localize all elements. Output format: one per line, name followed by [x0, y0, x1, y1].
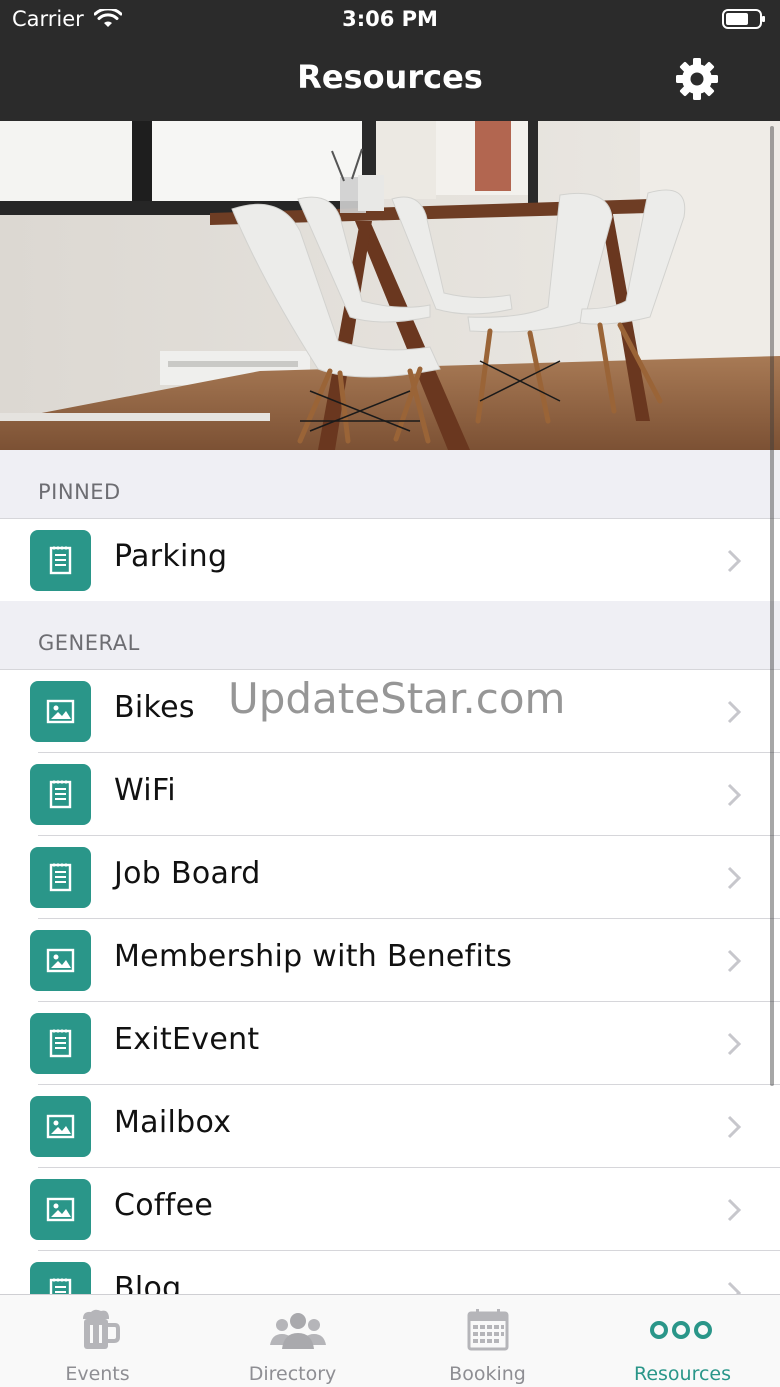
- beer-mug-icon: [83, 1309, 120, 1349]
- image-icon: [30, 681, 91, 742]
- document-icon: [30, 764, 91, 825]
- list-item-mailbox[interactable]: Mailbox: [0, 1085, 780, 1168]
- navigation-bar: Carrier 3:06 PM Resources: [0, 0, 780, 121]
- list-item-membership-with-benefits[interactable]: Membership with Benefits: [0, 919, 780, 1002]
- chevron-right-icon: [727, 549, 742, 573]
- tab-label: Events: [65, 1363, 130, 1385]
- chevron-right-icon: [727, 1115, 742, 1139]
- clock: 3:06 PM: [342, 7, 438, 31]
- list-item-wifi[interactable]: WiFi: [0, 753, 780, 836]
- list-item-label: Job Board: [114, 856, 261, 891]
- watermark: UpdateStar.com: [228, 674, 566, 723]
- section-header-general: GENERAL: [0, 601, 780, 669]
- document-icon: [30, 530, 91, 591]
- tab-label: Directory: [248, 1363, 337, 1385]
- battery-icon: [722, 9, 765, 29]
- list-item-label: ExitEvent: [114, 1022, 260, 1057]
- tab-resources[interactable]: Resources: [585, 1295, 780, 1387]
- tab-label: Resources: [633, 1363, 732, 1385]
- list-item-job-board[interactable]: Job Board: [0, 836, 780, 919]
- calendar-icon: [467, 1309, 509, 1351]
- document-icon: [30, 1013, 91, 1074]
- page-title: Resources: [297, 58, 483, 96]
- list-item-label: Membership with Benefits: [114, 939, 513, 974]
- people-icon: [270, 1313, 326, 1349]
- tab-directory[interactable]: Directory: [195, 1295, 390, 1387]
- document-icon: [30, 847, 91, 908]
- section-header-pinned: PINNED: [0, 450, 780, 518]
- tab-booking[interactable]: Booking: [390, 1295, 585, 1387]
- chevron-right-icon: [727, 1198, 742, 1222]
- hero-image: [0, 121, 780, 450]
- scrollbar[interactable]: [770, 126, 774, 1086]
- list-item-coffee[interactable]: Coffee: [0, 1168, 780, 1251]
- chevron-right-icon: [727, 783, 742, 807]
- section-title: PINNED: [38, 480, 121, 504]
- chevron-right-icon: [727, 700, 742, 724]
- tab-bar: Events Directory Booking Resources: [0, 1294, 780, 1387]
- section-title: GENERAL: [38, 631, 140, 655]
- list-item-parking[interactable]: Parking: [0, 519, 780, 602]
- list-item-label: Mailbox: [114, 1105, 232, 1140]
- list-item-label: Coffee: [114, 1188, 214, 1223]
- tab-label: Booking: [449, 1363, 526, 1385]
- gear-icon[interactable]: [674, 56, 720, 102]
- list-item-label: WiFi: [114, 773, 176, 808]
- chevron-right-icon: [727, 1032, 742, 1056]
- list-item-label: Bikes: [114, 690, 195, 725]
- list-item-label: Parking: [114, 539, 228, 574]
- tab-events[interactable]: Events: [0, 1295, 195, 1387]
- image-icon: [30, 930, 91, 991]
- list-item-exitevent[interactable]: ExitEvent: [0, 1002, 780, 1085]
- chevron-right-icon: [727, 949, 742, 973]
- image-icon: [30, 1179, 91, 1240]
- status-bar: Carrier 3:06 PM: [0, 0, 780, 40]
- chevron-right-icon: [727, 866, 742, 890]
- image-icon: [30, 1096, 91, 1157]
- more-dots-icon: [650, 1321, 712, 1339]
